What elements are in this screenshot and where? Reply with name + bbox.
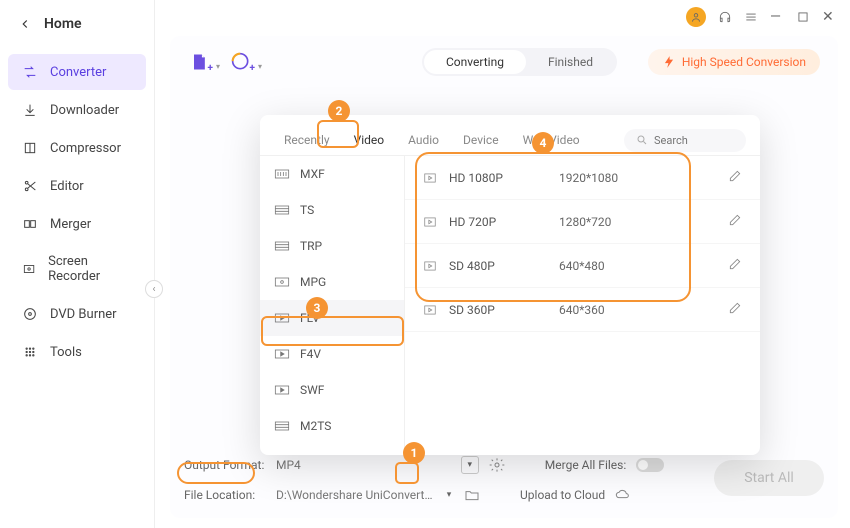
format-panel: Recently Video Audio Device Web Video MX…: [260, 115, 760, 455]
converter-icon: [22, 64, 38, 80]
merge-toggle[interactable]: [636, 458, 664, 472]
nav-converter[interactable]: Converter: [8, 54, 146, 90]
sidebar: Home Converter Downloader Compressor Edi…: [0, 0, 155, 528]
panel-tabs: Recently Video Audio Device Web Video: [260, 115, 760, 156]
resolution-list[interactable]: HD 1080P 1920*1080 HD 720P 1280*720 SD 4…: [405, 156, 760, 455]
panel-search[interactable]: [624, 129, 746, 152]
file-location-label: File Location:: [184, 488, 266, 502]
nav-tools[interactable]: Tools: [8, 334, 146, 370]
hs-label: High Speed Conversion: [682, 55, 806, 69]
nav-editor[interactable]: Editor: [8, 168, 146, 204]
compressor-icon: [22, 140, 38, 156]
tab-audio[interactable]: Audio: [398, 125, 449, 155]
edit-icon[interactable]: [728, 169, 742, 186]
back-icon[interactable]: [18, 17, 32, 31]
fmt-flv[interactable]: FLV: [260, 300, 404, 336]
res-1080p[interactable]: HD 1080P 1920*1080: [405, 156, 760, 200]
minimize-icon[interactable]: —: [770, 10, 784, 24]
tab-recently[interactable]: Recently: [274, 125, 340, 155]
gear-icon[interactable]: [489, 457, 505, 473]
fmt-ts[interactable]: TS: [260, 192, 404, 228]
lightning-icon: [662, 55, 676, 69]
edit-icon[interactable]: [728, 257, 742, 274]
collapse-handle[interactable]: ‹: [145, 280, 163, 298]
home-label[interactable]: Home: [44, 16, 82, 32]
search-icon: [636, 134, 648, 146]
nav-screen-recorder[interactable]: Screen Recorder: [8, 244, 146, 294]
nav-label: Compressor: [50, 141, 121, 156]
file-location-dropdown[interactable]: ▾: [444, 486, 454, 504]
fmt-mpg[interactable]: MPG: [260, 264, 404, 300]
scissors-icon: [22, 178, 38, 194]
merger-icon: [22, 216, 38, 232]
grid-icon: [22, 344, 38, 360]
nav-label: Tools: [50, 345, 82, 360]
fmt-f4v[interactable]: F4V: [260, 336, 404, 372]
close-icon[interactable]: ✕: [822, 10, 836, 24]
cloud-icon[interactable]: [615, 487, 631, 503]
nav-compressor[interactable]: Compressor: [8, 130, 146, 166]
high-speed-button[interactable]: High Speed Conversion: [648, 49, 820, 75]
edit-icon[interactable]: [728, 213, 742, 230]
headphones-icon[interactable]: [718, 10, 732, 24]
nav-downloader[interactable]: Downloader: [8, 92, 146, 128]
nav-label: Merger: [50, 217, 91, 232]
nav-merger[interactable]: Merger: [8, 206, 146, 242]
file-location-value: D:\Wondershare UniConverter 1: [276, 488, 434, 502]
res-720p[interactable]: HD 720P 1280*720: [405, 200, 760, 244]
sidebar-header: Home: [0, 0, 154, 44]
seg-finished[interactable]: Finished: [526, 50, 615, 74]
disc-icon: [22, 306, 38, 322]
nav-label: Editor: [50, 179, 84, 194]
bottom-rows: Output Format: MP4 ▾ Merge All Files: Fi…: [184, 450, 824, 510]
start-all-button[interactable]: Start All: [714, 460, 824, 496]
avatar[interactable]: [686, 7, 706, 27]
nav-label: Converter: [50, 65, 106, 80]
nav-dvd-burner[interactable]: DVD Burner: [8, 296, 146, 332]
res-360p[interactable]: SD 360P 640*360: [405, 288, 760, 332]
upload-label: Upload to Cloud: [520, 488, 605, 502]
output-format-label: Output Format:: [184, 458, 266, 472]
titlebar: — ✕: [686, 0, 850, 28]
fmt-mxf[interactable]: MXF: [260, 156, 404, 192]
maximize-icon[interactable]: [796, 10, 810, 24]
tab-web-video[interactable]: Web Video: [513, 125, 590, 155]
fmt-swf[interactable]: SWF: [260, 372, 404, 408]
nav-label: Downloader: [50, 103, 119, 118]
download-icon: [22, 102, 38, 118]
merge-label: Merge All Files:: [545, 458, 626, 472]
nav-label: Screen Recorder: [48, 254, 132, 284]
search-input[interactable]: [654, 134, 734, 147]
segment-control: Converting Finished: [422, 48, 617, 76]
add-file-button[interactable]: +▾: [188, 51, 210, 73]
output-format-value: MP4: [276, 458, 301, 472]
edit-icon[interactable]: [728, 301, 742, 318]
menu-icon[interactable]: [744, 10, 758, 24]
fmt-m2ts[interactable]: M2TS: [260, 408, 404, 444]
res-480p[interactable]: SD 480P 640*480: [405, 244, 760, 288]
format-list[interactable]: MXF TS TRP MPG FLV F4V SWF M2TS: [260, 156, 405, 455]
recorder-icon: [22, 261, 36, 277]
nav: Converter Downloader Compressor Editor M…: [0, 54, 154, 370]
folder-icon[interactable]: [464, 487, 480, 503]
tab-video[interactable]: Video: [344, 125, 395, 155]
add-folder-button[interactable]: +▾: [230, 51, 252, 73]
fmt-trp[interactable]: TRP: [260, 228, 404, 264]
nav-label: DVD Burner: [50, 307, 117, 322]
output-format-dropdown[interactable]: ▾: [461, 456, 479, 474]
toolbar: +▾ +▾ Converting Finished High Speed Con…: [170, 36, 838, 88]
tab-device[interactable]: Device: [453, 125, 509, 155]
seg-converting[interactable]: Converting: [424, 50, 526, 74]
